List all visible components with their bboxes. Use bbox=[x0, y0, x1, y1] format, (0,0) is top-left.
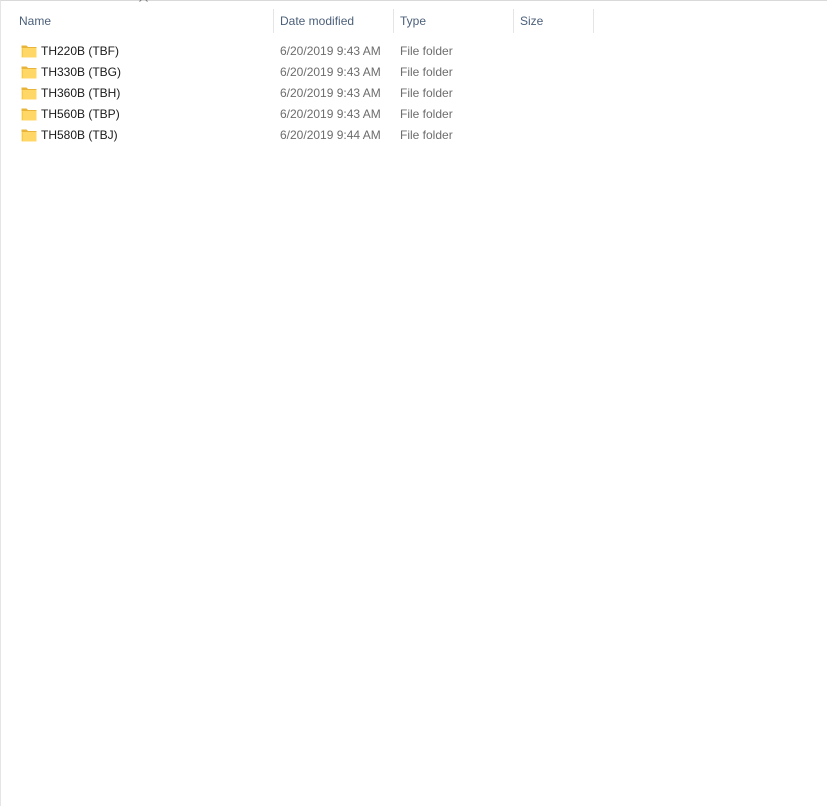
sort-up-arrow-icon bbox=[137, 0, 149, 2]
file-type: File folder bbox=[400, 44, 453, 58]
file-row[interactable]: TH330B (TBG) 6/20/2019 9:43 AM File fold… bbox=[1, 62, 601, 83]
file-size bbox=[520, 104, 592, 125]
file-date-modified: 6/20/2019 9:43 AM bbox=[280, 44, 381, 58]
file-list: TH220B (TBF) 6/20/2019 9:43 AM File fold… bbox=[1, 41, 601, 146]
column-header-name-label: Name bbox=[19, 14, 52, 28]
folder-icon bbox=[21, 44, 37, 58]
folder-icon bbox=[21, 65, 37, 79]
file-name: TH330B (TBG) bbox=[41, 65, 122, 79]
column-header-size[interactable]: Size bbox=[514, 7, 594, 35]
file-size bbox=[520, 83, 592, 104]
file-name-cell: TH330B (TBG) bbox=[21, 62, 271, 83]
column-header-name[interactable]: Name bbox=[13, 0, 274, 35]
column-header-date-label: Date modified bbox=[280, 14, 355, 28]
column-separator[interactable] bbox=[593, 9, 594, 33]
file-date-modified: 6/20/2019 9:43 AM bbox=[280, 65, 381, 79]
column-header-date-modified[interactable]: Date modified bbox=[274, 7, 394, 35]
file-name: TH220B (TBF) bbox=[41, 44, 120, 58]
column-header-bar: Name Date modified Type Size bbox=[1, 0, 601, 35]
file-size bbox=[520, 41, 592, 62]
column-header-type[interactable]: Type bbox=[394, 7, 514, 35]
file-type: File folder bbox=[400, 128, 453, 142]
file-date-modified: 6/20/2019 9:43 AM bbox=[280, 86, 381, 100]
file-size bbox=[520, 62, 592, 83]
file-name: TH560B (TBP) bbox=[41, 107, 120, 121]
file-size bbox=[520, 125, 592, 146]
column-header-type-label: Type bbox=[400, 14, 427, 28]
file-date-modified: 6/20/2019 9:43 AM bbox=[280, 107, 381, 121]
file-type: File folder bbox=[400, 86, 453, 100]
file-name-cell: TH560B (TBP) bbox=[21, 104, 271, 125]
file-type: File folder bbox=[400, 65, 453, 79]
file-date-modified: 6/20/2019 9:44 AM bbox=[280, 128, 381, 142]
file-row[interactable]: TH360B (TBH) 6/20/2019 9:43 AM File fold… bbox=[1, 83, 601, 104]
column-header-size-label: Size bbox=[520, 14, 544, 28]
file-row[interactable]: TH580B (TBJ) 6/20/2019 9:44 AM File fold… bbox=[1, 125, 601, 146]
folder-icon bbox=[21, 86, 37, 100]
file-name-cell: TH360B (TBH) bbox=[21, 83, 271, 104]
file-name-cell: TH220B (TBF) bbox=[21, 41, 271, 62]
file-type: File folder bbox=[400, 107, 453, 121]
file-explorer-window: Name Date modified Type Size TH220B (TBF… bbox=[0, 0, 827, 806]
folder-icon bbox=[21, 107, 37, 121]
folder-icon bbox=[21, 128, 37, 142]
file-name-cell: TH580B (TBJ) bbox=[21, 125, 271, 146]
file-row[interactable]: TH560B (TBP) 6/20/2019 9:43 AM File fold… bbox=[1, 104, 601, 125]
file-name: TH360B (TBH) bbox=[41, 86, 121, 100]
file-name: TH580B (TBJ) bbox=[41, 128, 118, 142]
file-row[interactable]: TH220B (TBF) 6/20/2019 9:43 AM File fold… bbox=[1, 41, 601, 62]
